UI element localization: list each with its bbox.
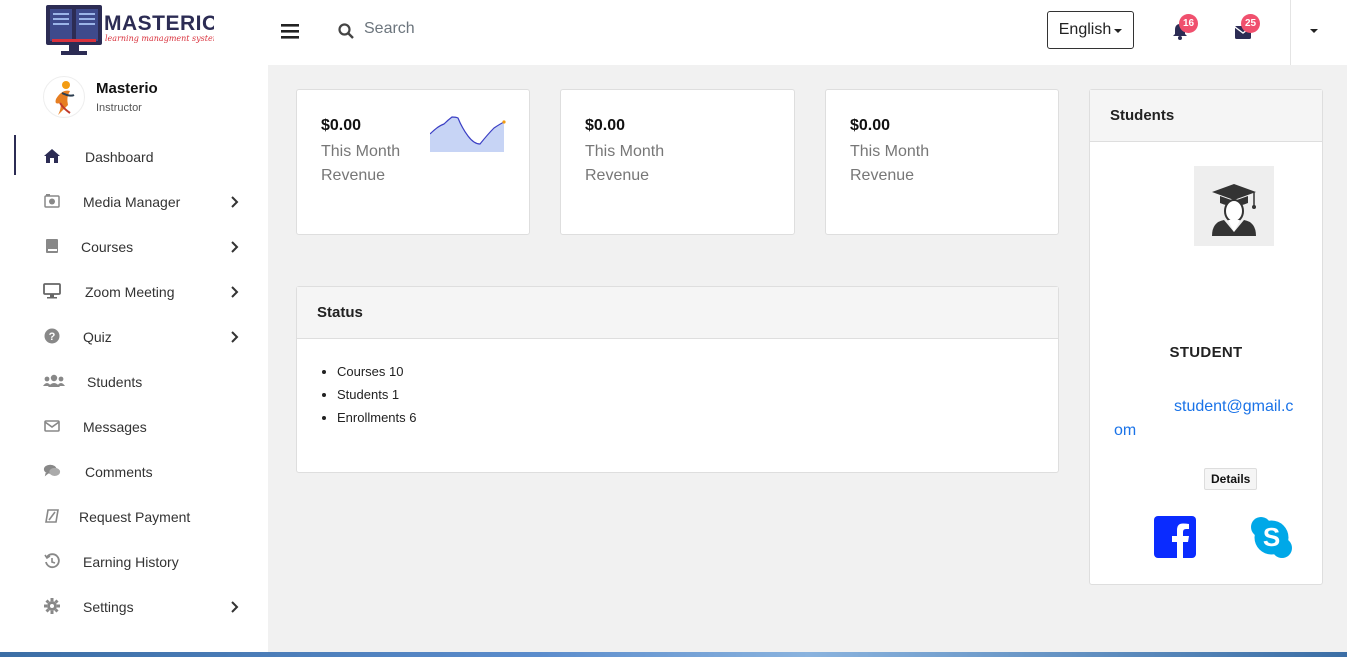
stat-label: This Month Revenue [321, 143, 401, 184]
sidebar-item-label: Messages [83, 418, 147, 435]
student-name: STUDENT [1169, 344, 1243, 361]
sidebar-item-comments[interactable]: Comments [0, 449, 268, 494]
runner-avatar-icon [55, 81, 75, 115]
sidebar-item-dashboard[interactable]: Dashboard [0, 134, 268, 179]
list-item: Courses 10 [337, 365, 416, 379]
user-menu-caret-icon[interactable] [1310, 29, 1318, 33]
stat-amount: $0.00 [585, 117, 626, 134]
sidebar-item-request-payment[interactable]: Request Payment [0, 494, 268, 539]
sidebar-item-media-manager[interactable]: Media Manager [0, 179, 268, 224]
sidebar-item-label: Quiz [83, 328, 112, 345]
user-profile[interactable]: Masterio Instructor [43, 76, 158, 118]
stat-label: This Month Revenue [585, 143, 665, 184]
sidebar-item-label: Dashboard [85, 148, 154, 165]
facebook-icon[interactable] [1154, 516, 1196, 558]
sidebar-item-label: Settings [83, 598, 134, 615]
students-card: Students STUDENT student@gmail.com Detai… [1089, 89, 1323, 585]
brand-name-text: MASTERIO [104, 12, 214, 35]
stat-card: $0.00 This Month Revenue [296, 89, 530, 235]
taskbar-strip [0, 652, 1347, 657]
envelope-icon [43, 417, 61, 435]
profile-role: Instructor [96, 102, 142, 114]
list-item: Enrollments 6 [337, 411, 416, 425]
revenue-sparkline-chart [430, 116, 506, 152]
students-card-header: Students [1090, 90, 1322, 142]
skype-icon[interactable]: S [1250, 516, 1293, 559]
stat-label: This Month Revenue [850, 143, 930, 184]
language-dropdown[interactable]: English [1047, 11, 1134, 49]
graduate-icon [1212, 184, 1256, 236]
gear-icon [43, 597, 61, 615]
messages-button[interactable]: 25 [1229, 14, 1260, 47]
svg-text:?: ? [49, 331, 56, 343]
home-icon [43, 147, 61, 165]
notifications-button[interactable]: 16 [1167, 14, 1198, 47]
payment-icon [43, 507, 61, 525]
book-icon [43, 237, 61, 255]
sidebar-item-students[interactable]: Students [0, 359, 268, 404]
stat-card: $0.00 This Month Revenue [825, 89, 1059, 235]
sidebar-item-messages[interactable]: Messages [0, 404, 268, 449]
stat-amount: $0.00 [850, 117, 891, 134]
search-input[interactable] [364, 16, 664, 42]
status-card-header: Status [297, 287, 1058, 339]
sidebar-item-quiz[interactable]: ? Quiz [0, 314, 268, 359]
sidebar-item-label: Request Payment [79, 508, 191, 525]
sidebar-item-earning-history[interactable]: Earning History [0, 539, 268, 584]
sidebar: MASTERIO learning managment system Maste… [0, 0, 268, 657]
sidebar-item-zoom-meeting[interactable]: Zoom Meeting [0, 269, 268, 314]
sidebar-item-label: Comments [85, 463, 153, 480]
topbar: English 16 25 [268, 0, 1347, 65]
search-icon[interactable] [338, 23, 354, 39]
sidebar-item-label: Zoom Meeting [85, 283, 175, 300]
status-card: Status Courses 10 Students 1 Enrollments… [296, 286, 1059, 473]
stat-card: $0.00 This Month Revenue [560, 89, 795, 235]
messages-badge: 25 [1241, 14, 1260, 33]
sidebar-item-settings[interactable]: Settings [0, 584, 268, 629]
sidebar-nav: Dashboard Media Manager Courses Zoom Mee… [0, 134, 268, 629]
language-label: English [1058, 21, 1112, 38]
student-email-link[interactable]: student@gmail.com [1114, 395, 1299, 443]
chevron-right-icon [231, 330, 239, 343]
history-icon [43, 552, 61, 570]
notifications-badge: 16 [1179, 14, 1198, 33]
sidebar-item-label: Students [87, 373, 143, 390]
sidebar-item-label: Courses [81, 238, 134, 255]
status-list: Courses 10 Students 1 Enrollments 6 [337, 365, 416, 434]
avatar [43, 76, 85, 118]
question-icon: ? [43, 327, 61, 345]
sidebar-item-label: Earning History [83, 553, 179, 570]
chevron-right-icon [231, 195, 239, 208]
chevron-right-icon [231, 240, 239, 253]
brand-logo[interactable]: MASTERIO learning managment system [44, 3, 221, 57]
comments-icon [43, 462, 61, 480]
stat-amount: $0.00 [321, 117, 362, 134]
svg-text:S: S [1263, 522, 1280, 552]
list-item: Students 1 [337, 388, 416, 402]
camera-icon [43, 192, 61, 210]
chevron-right-icon [231, 285, 239, 298]
chevron-right-icon [231, 600, 239, 613]
student-avatar [1194, 166, 1274, 246]
caret-down-icon [1114, 29, 1123, 33]
users-icon [43, 372, 65, 390]
monitor-icon [43, 282, 61, 300]
sidebar-item-label: Media Manager [83, 193, 181, 210]
profile-name: Masterio [96, 80, 158, 97]
menu-toggle-icon[interactable] [281, 23, 299, 39]
topbar-divider [1290, 0, 1291, 65]
details-button[interactable]: Details [1204, 468, 1258, 490]
brand-tagline-text: learning managment system [105, 34, 214, 43]
sidebar-item-courses[interactable]: Courses [0, 224, 268, 269]
